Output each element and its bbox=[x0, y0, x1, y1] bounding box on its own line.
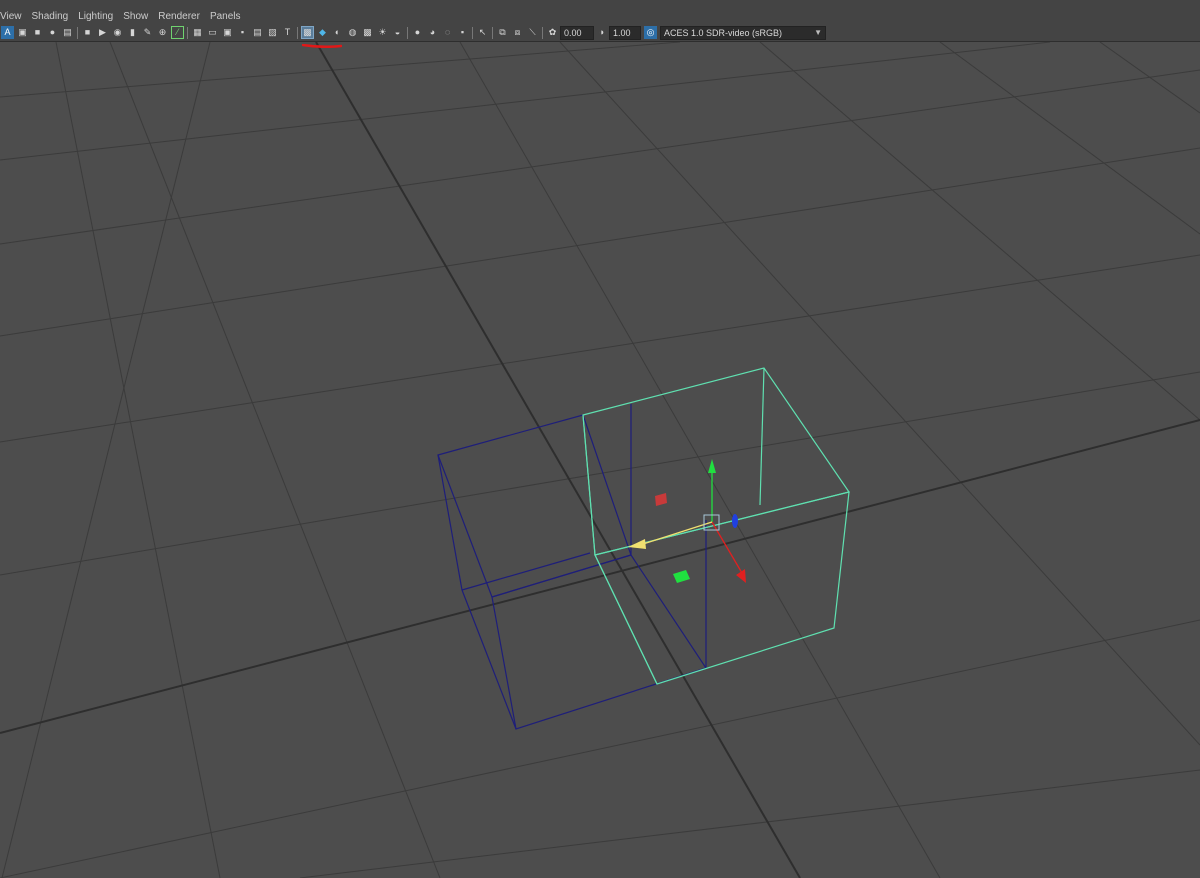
playblast-icon[interactable]: ▶ bbox=[96, 26, 109, 39]
screen-space-ao-icon[interactable]: ● bbox=[411, 26, 424, 39]
gate-mask-icon[interactable]: ▪ bbox=[236, 26, 249, 39]
toolbar-separator bbox=[472, 26, 473, 39]
2d-pan-zoom-icon[interactable]: ▤ bbox=[61, 26, 74, 39]
xray-joints-icon[interactable]: ⟍ bbox=[526, 26, 539, 39]
menu-panels[interactable]: Panels bbox=[205, 10, 246, 24]
red-underline-icon bbox=[302, 44, 342, 48]
shadows-icon[interactable]: ◒ bbox=[391, 26, 404, 39]
view-transform-value: ACES 1.0 SDR-video (sRGB) bbox=[664, 27, 783, 38]
menu-shading[interactable]: Shading bbox=[27, 10, 74, 24]
wireframe-on-shaded-icon[interactable]: ◍ bbox=[346, 26, 359, 39]
grease-pencil-icon[interactable]: ✎ bbox=[141, 26, 154, 39]
wireframe-toggle-icon[interactable]: ⁄ bbox=[171, 26, 184, 39]
safe-action-icon[interactable]: ▨ bbox=[266, 26, 279, 39]
wireframe-shading-icon[interactable]: ▩ bbox=[301, 26, 314, 39]
lighting-icon[interactable]: ☀ bbox=[376, 26, 389, 39]
toolbar-separator bbox=[492, 26, 493, 39]
toolbar-separator bbox=[542, 26, 543, 39]
toolbar-separator bbox=[297, 26, 298, 39]
default-material-icon[interactable]: ◐ bbox=[331, 26, 344, 39]
xray-active-components-icon[interactable]: ⧈ bbox=[511, 26, 524, 39]
grid-icon[interactable]: ▦ bbox=[191, 26, 204, 39]
menu-lighting[interactable]: Lighting bbox=[73, 10, 118, 24]
image-plane-icon[interactable]: ● bbox=[46, 26, 59, 39]
exposure-icon[interactable]: ✿ bbox=[546, 26, 559, 39]
plane-handle-icon[interactable] bbox=[732, 514, 738, 528]
camera-icon[interactable]: ■ bbox=[81, 26, 94, 39]
bookmark-icon[interactable]: ■ bbox=[31, 26, 44, 39]
depth-of-field-icon[interactable]: ▪ bbox=[456, 26, 469, 39]
camera-bookmark-icon[interactable]: ▮ bbox=[126, 26, 139, 39]
smooth-shade-icon[interactable]: ◆ bbox=[316, 26, 329, 39]
panel-toolbar: A ▣ ■ ● ▤ ■ ▶ ◉ ▮ ✎ ⊕ ⁄ ▦ ▭ ▣ ▪ ▤ ▨ T ▩ … bbox=[0, 24, 1200, 42]
menu-show[interactable]: Show bbox=[118, 10, 153, 24]
xray-icon[interactable]: ⧉ bbox=[496, 26, 509, 39]
select-camera-icon[interactable]: A bbox=[1, 26, 14, 39]
gamma-field[interactable]: 1.00 bbox=[609, 25, 641, 40]
toolbar-separator bbox=[77, 26, 78, 39]
menu-view[interactable]: View bbox=[0, 10, 27, 24]
toolbar-separator bbox=[407, 26, 408, 39]
color-management-icon[interactable]: ◎ bbox=[644, 26, 657, 39]
safe-title-icon[interactable]: T bbox=[281, 26, 294, 39]
toolbar-separator bbox=[187, 26, 188, 39]
film-gate-icon[interactable]: ▭ bbox=[206, 26, 219, 39]
camera-attributes-icon[interactable]: ▣ bbox=[16, 26, 29, 39]
viewport-background bbox=[0, 42, 1200, 878]
grid-snap-icon[interactable]: ⊕ bbox=[156, 26, 169, 39]
gamma-icon[interactable]: ◑ bbox=[595, 26, 608, 39]
annotation-mark bbox=[302, 44, 342, 48]
3d-viewport[interactable] bbox=[0, 42, 1200, 878]
view-transform-dropdown[interactable]: ACES 1.0 SDR-video (sRGB) ▼ bbox=[660, 25, 826, 40]
isolate-select-icon[interactable]: ↖ bbox=[476, 26, 489, 39]
lock-camera-icon[interactable]: ◉ bbox=[111, 26, 124, 39]
multisample-aa-icon[interactable]: ◌ bbox=[441, 26, 454, 39]
exposure-field[interactable]: 0.00 bbox=[560, 25, 594, 40]
field-chart-icon[interactable]: ▤ bbox=[251, 26, 264, 39]
panel-menubar: View Shading Lighting Show Renderer Pane… bbox=[0, 10, 1200, 24]
textured-icon[interactable]: ▩ bbox=[361, 26, 374, 39]
menu-renderer[interactable]: Renderer bbox=[153, 10, 205, 24]
chevron-down-icon: ▼ bbox=[814, 27, 822, 37]
resolution-gate-icon[interactable]: ▣ bbox=[221, 26, 234, 39]
motion-blur-icon[interactable]: ◕ bbox=[426, 26, 439, 39]
